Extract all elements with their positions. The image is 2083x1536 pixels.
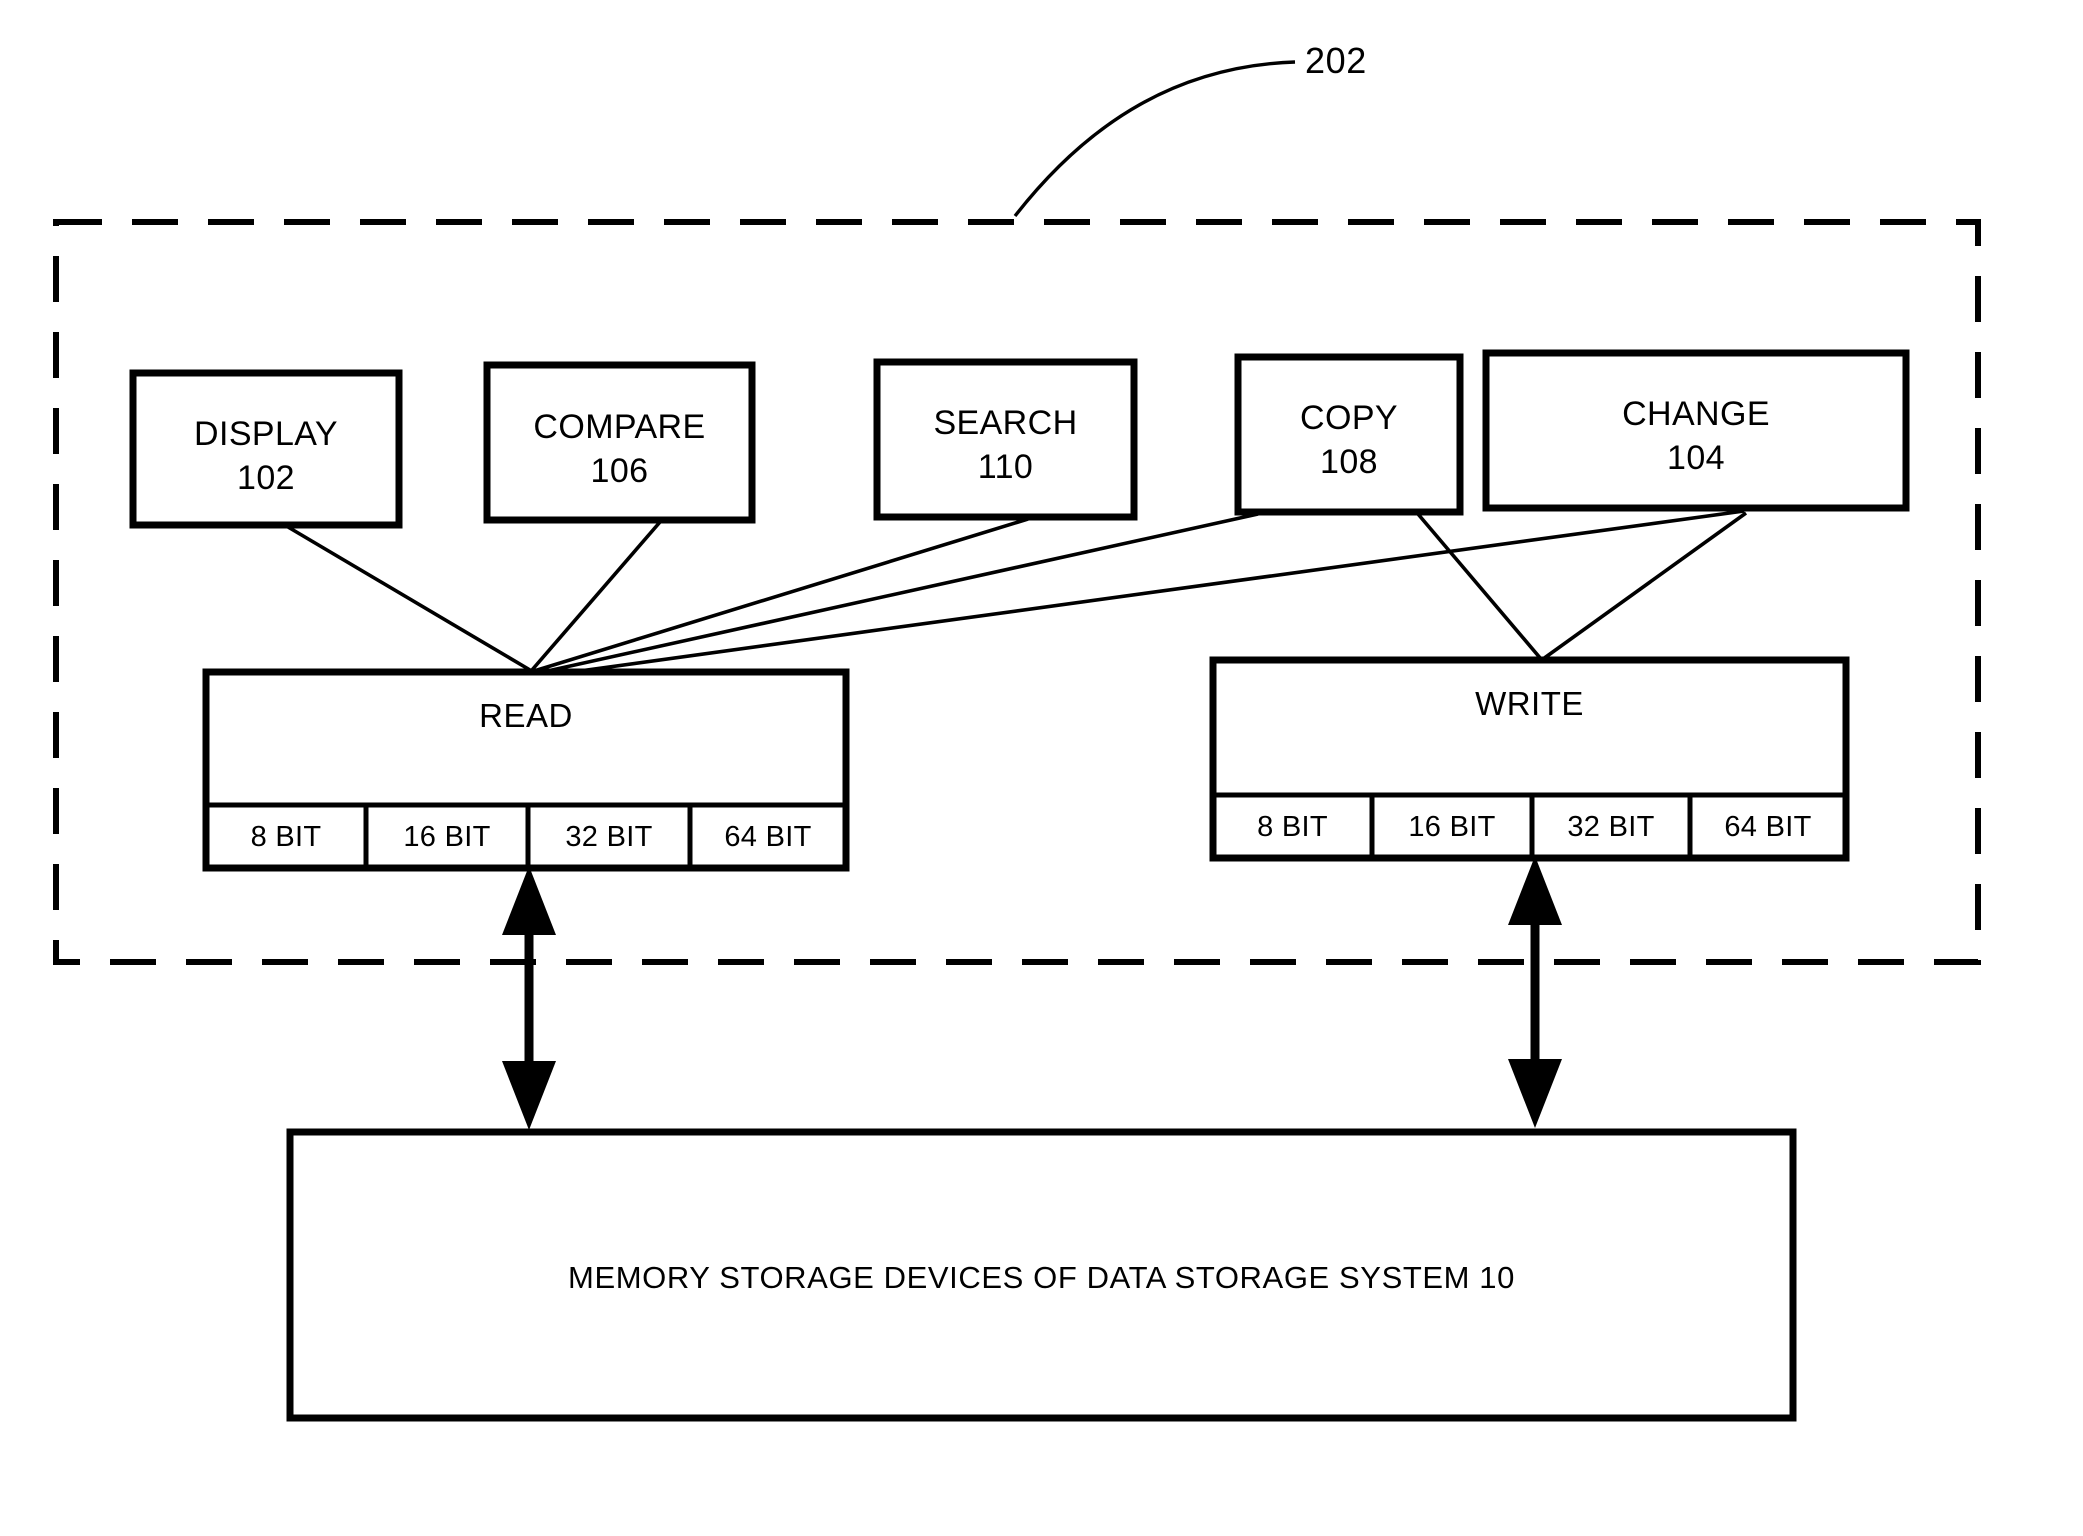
operation-box-change[interactable] xyxy=(1482,349,1910,512)
memory-storage-box[interactable] xyxy=(286,1128,1797,1422)
operation-box-copy[interactable] xyxy=(1234,353,1464,516)
connector-compare-to-read xyxy=(530,520,662,672)
operation-box-compare[interactable] xyxy=(483,361,756,524)
bidirectional-arrow-read-memory xyxy=(502,866,556,1130)
bidirectional-arrow-write-memory xyxy=(1508,856,1562,1128)
operation-box-display[interactable] xyxy=(129,369,403,529)
operation-box-search[interactable] xyxy=(873,358,1138,521)
connector-copy-to-write xyxy=(1416,512,1543,661)
figure-vector-layer xyxy=(53,60,1981,1422)
connector-search-to-read xyxy=(533,517,1029,673)
reference-leader-line-202 xyxy=(1013,60,1296,218)
connector-change-to-read xyxy=(535,509,1745,679)
patent-figure-202: 202 DISPLAY 102 COMPARE 106 SEARCH 110 COPY… xyxy=(0,0,2083,1536)
connector-display-to-read xyxy=(287,525,531,672)
